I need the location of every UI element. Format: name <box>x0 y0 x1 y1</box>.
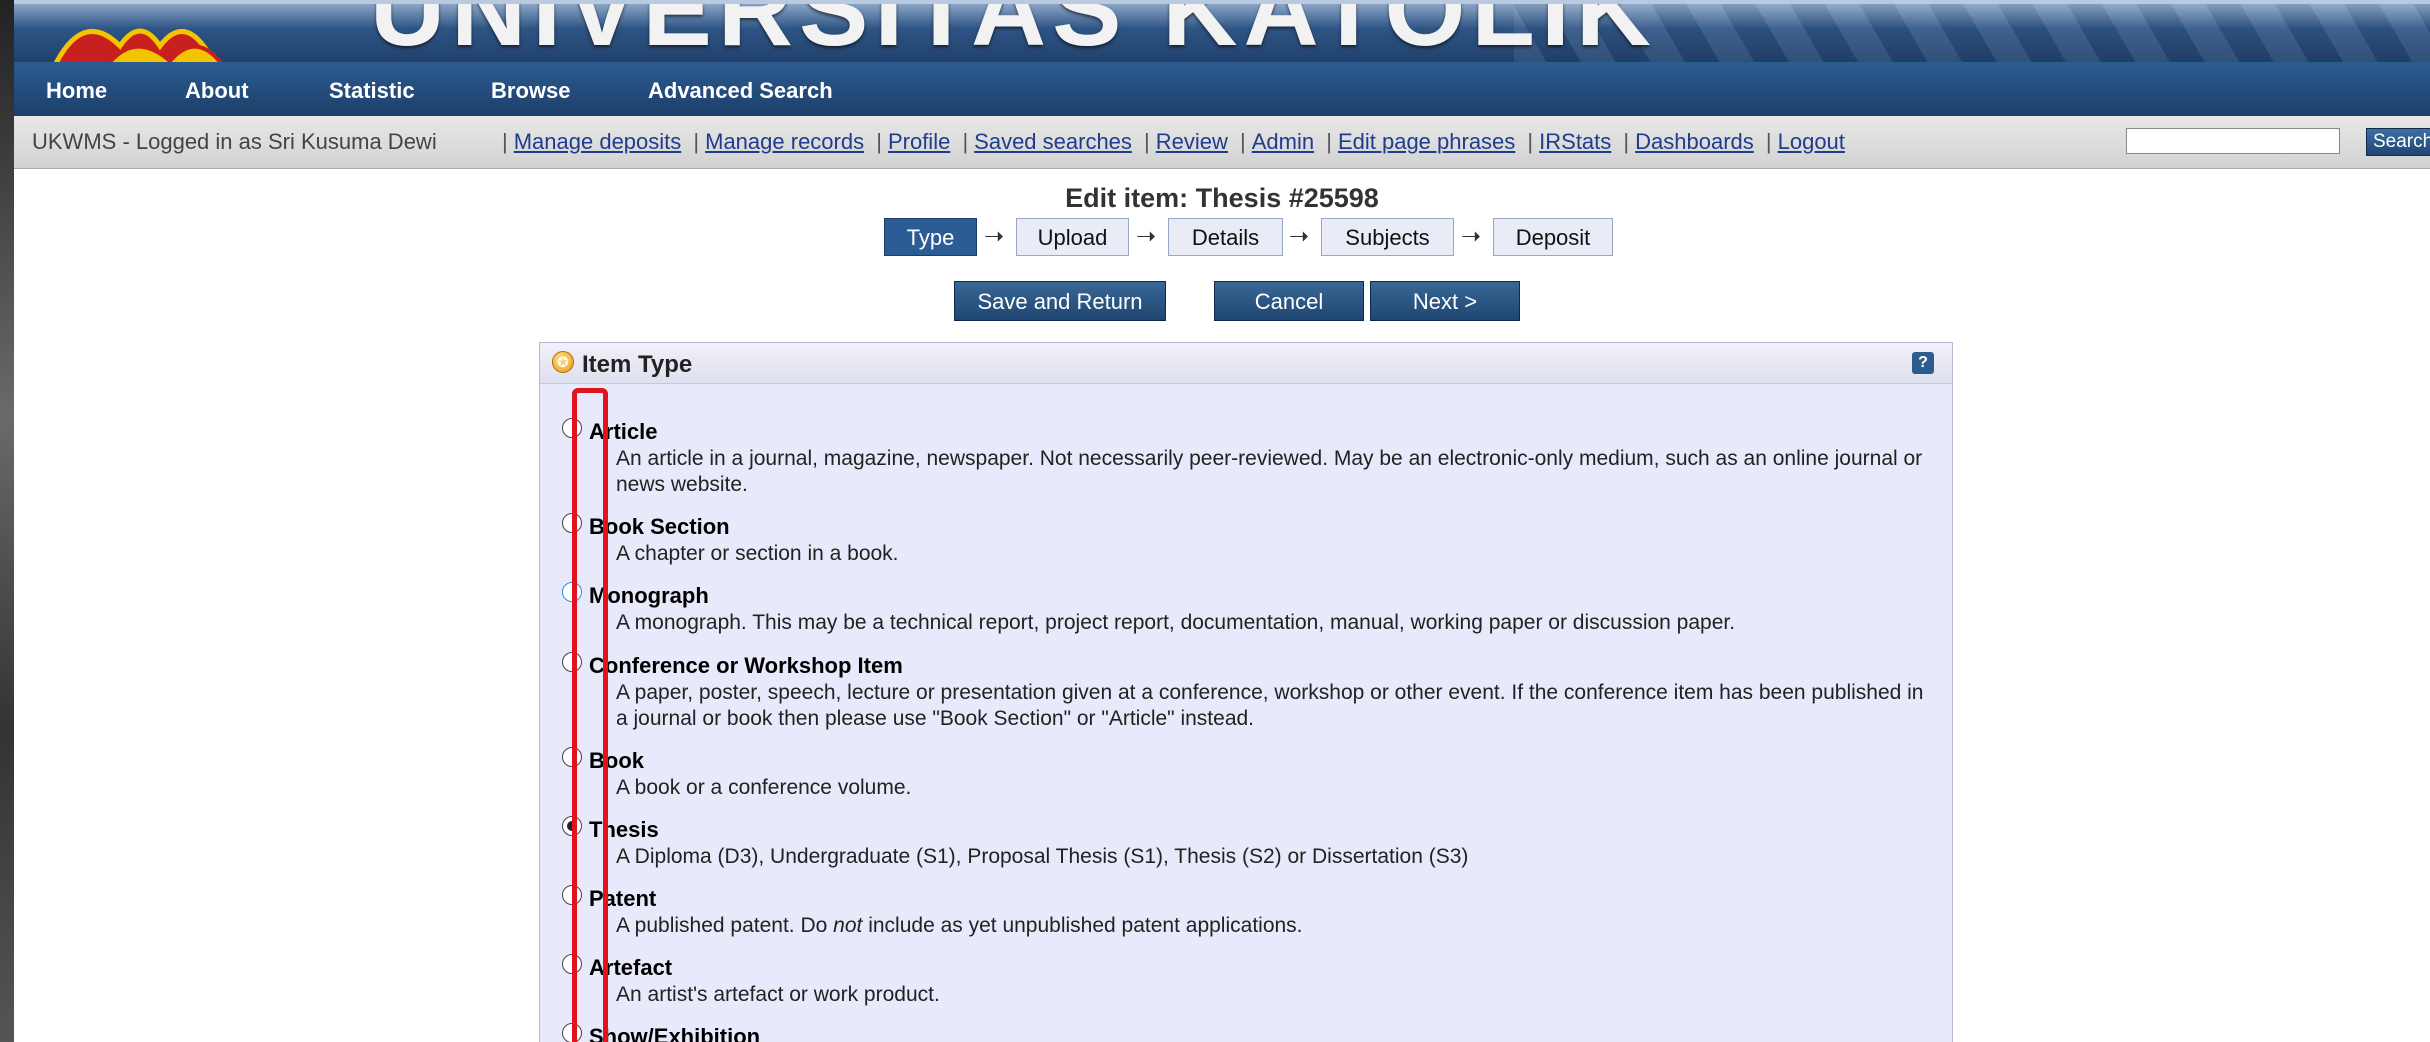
radio-button[interactable] <box>562 954 582 974</box>
option-name: Book <box>589 748 644 773</box>
radio-button-selected[interactable] <box>562 816 582 836</box>
save-and-return-button[interactable]: Save and Return <box>954 281 1166 321</box>
link-manage-deposits[interactable]: Manage deposits <box>514 129 682 154</box>
nav-about[interactable]: About <box>185 78 249 104</box>
user-links: | Manage deposits | Manage records | Profil… <box>496 129 1845 155</box>
link-edit-page-phrases[interactable]: Edit page phrases <box>1338 129 1515 154</box>
login-bar: UKWMS - Logged in as Sri Kusuma Dewi | Ma… <box>14 116 2430 169</box>
nav-home[interactable]: Home <box>46 78 107 104</box>
separator: | <box>962 129 969 154</box>
star-badge-icon: ✪ <box>552 351 574 373</box>
link-irstats[interactable]: IRStats <box>1539 129 1611 154</box>
link-manage-records[interactable]: Manage records <box>705 129 864 154</box>
nav-browse[interactable]: Browse <box>491 78 570 104</box>
radio-button[interactable] <box>562 652 582 672</box>
option-description: A chapter or section in a book. <box>616 542 899 565</box>
option-description: A paper, poster, speech, lecture or pres… <box>616 681 1924 730</box>
option-description: A Diploma (D3), Undergraduate (S1), Prop… <box>616 845 1469 868</box>
separator: | <box>1527 129 1534 154</box>
separator: | <box>1144 129 1150 154</box>
search-button[interactable]: Search <box>2366 128 2430 156</box>
option-name: Patent <box>589 886 657 911</box>
step-type[interactable]: Type <box>884 218 977 256</box>
desc-part: include as yet unpublished patent applic… <box>862 914 1303 937</box>
separator: | <box>1623 129 1630 154</box>
desktop-background-edge <box>0 0 14 1042</box>
arrow-right-icon: ➝ <box>1461 223 1482 250</box>
arrow-right-icon: ➝ <box>984 223 1005 250</box>
page-title: Edit item: Thesis #25598 <box>1065 183 1379 213</box>
option-description: A published patent. Do not include as ye… <box>616 913 1926 939</box>
link-logout[interactable]: Logout <box>1778 129 1845 154</box>
step-upload[interactable]: Upload <box>1016 218 1129 256</box>
panel-title: Item Type <box>582 351 693 378</box>
link-admin[interactable]: Admin <box>1252 129 1314 154</box>
university-logo-icon <box>51 28 226 66</box>
cancel-button[interactable]: Cancel <box>1214 281 1364 321</box>
radio-button[interactable] <box>562 418 582 438</box>
search-input[interactable] <box>2126 128 2340 154</box>
separator: | <box>1765 129 1772 154</box>
site-banner: UNIVERSITAS KATOLIK <box>14 0 2430 66</box>
nav-advanced-search[interactable]: Advanced Search <box>648 78 833 104</box>
option-description: An artist's artefact or work product. <box>616 983 940 1006</box>
radio-button[interactable] <box>562 747 582 767</box>
panel-header: ✪ Item Type ? <box>540 343 1952 384</box>
option-name: Artefact <box>589 955 673 980</box>
banner-title: UNIVERSITAS KATOLIK <box>370 0 1657 66</box>
arrow-right-icon: ➝ <box>1136 223 1157 250</box>
radio-button[interactable] <box>562 582 582 602</box>
option-name: Thesis <box>589 817 659 842</box>
desc-part: A published patent. Do <box>616 914 834 937</box>
arrow-right-icon: ➝ <box>1289 223 1310 250</box>
option-description: A monograph. This may be a technical rep… <box>616 611 1736 634</box>
desc-emphasis: not <box>833 914 863 937</box>
step-deposit[interactable]: Deposit <box>1493 218 1613 256</box>
separator: | <box>876 129 882 154</box>
option-description: An article in a journal, magazine, newsp… <box>616 447 1923 496</box>
radio-button[interactable] <box>562 1023 582 1042</box>
logged-in-user: UKWMS - Logged in as Sri Kusuma Dewi <box>32 129 437 154</box>
option-name: Book Section <box>589 514 730 539</box>
link-dashboards[interactable]: Dashboards <box>1635 129 1754 154</box>
step-subjects[interactable]: Subjects <box>1321 218 1454 256</box>
separator: | <box>502 129 508 154</box>
option-name: Monograph <box>589 583 709 608</box>
browser-page: UNIVERSITAS KATOLIK Home About Statistic… <box>14 0 2430 1042</box>
separator: | <box>1240 129 1246 154</box>
nav-statistic[interactable]: Statistic <box>329 78 415 104</box>
separator: | <box>1326 129 1332 154</box>
option-name: Article <box>589 419 658 444</box>
item-type-panel: ✪ Item Type ? Article An article in a jo… <box>539 342 1953 1042</box>
link-profile[interactable]: Profile <box>888 129 950 154</box>
link-saved-searches[interactable]: Saved searches <box>974 129 1132 154</box>
main-nav: Home About Statistic Browse Advanced Sea… <box>14 62 2430 117</box>
step-details[interactable]: Details <box>1168 218 1283 256</box>
radio-button[interactable] <box>562 885 582 905</box>
radio-button[interactable] <box>562 513 582 533</box>
option-name: Show/Exhibition <box>589 1024 761 1042</box>
option-description: A book or a conference volume. <box>616 776 912 799</box>
next-button[interactable]: Next > <box>1370 281 1520 321</box>
help-icon[interactable]: ? <box>1912 352 1934 374</box>
separator: | <box>693 129 700 154</box>
link-review[interactable]: Review <box>1156 129 1228 154</box>
option-name: Conference or Workshop Item <box>589 653 903 678</box>
